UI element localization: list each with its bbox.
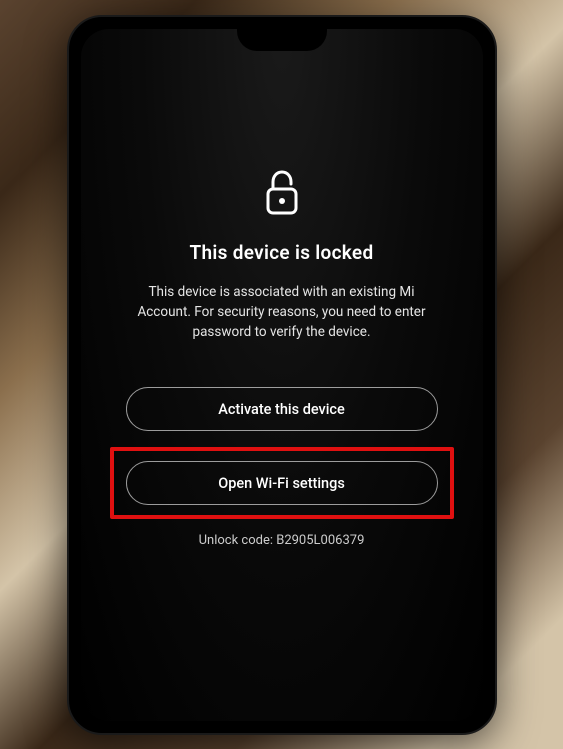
- lock-message: This device is associated with an existi…: [116, 282, 448, 343]
- lock-icon: [261, 169, 303, 221]
- annotation-highlight: Open Wi-Fi settings: [110, 447, 454, 519]
- phone-screen: This device is locked This device is ass…: [81, 29, 483, 721]
- open-wifi-settings-button[interactable]: Open Wi-Fi settings: [126, 461, 438, 505]
- lock-screen-content: This device is locked This device is ass…: [81, 29, 483, 721]
- wifi-button-label: Open Wi-Fi settings: [218, 475, 345, 492]
- activate-device-button[interactable]: Activate this device: [126, 387, 438, 431]
- phone-body: This device is locked This device is ass…: [67, 15, 497, 735]
- lock-title: This device is locked: [190, 241, 374, 264]
- activate-button-label: Activate this device: [218, 401, 345, 418]
- unlock-code-text: Unlock code: B2905L006379: [199, 533, 365, 548]
- display-notch: [237, 29, 327, 51]
